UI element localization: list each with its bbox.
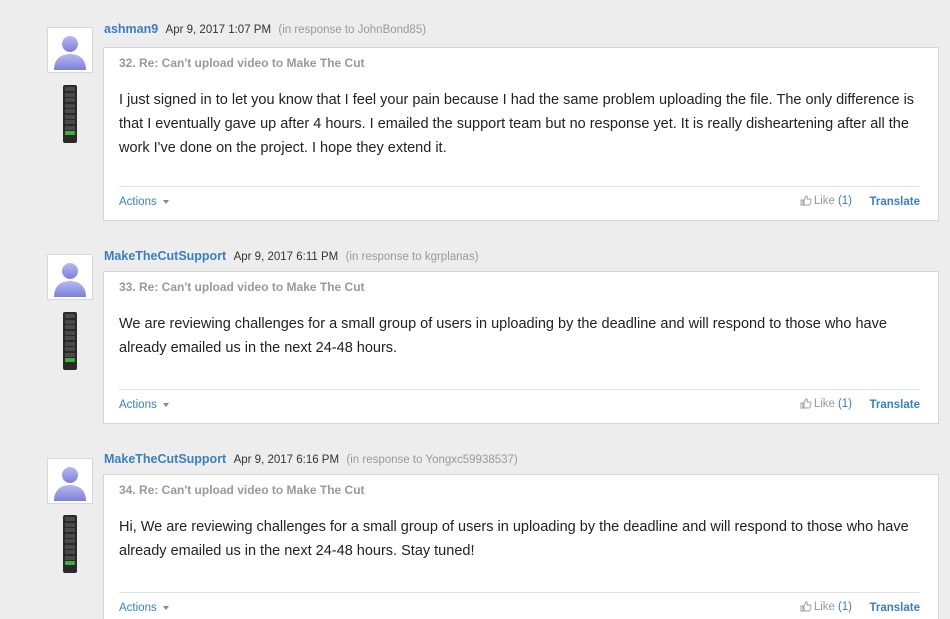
post-card: 33. Re: Can't upload video to Make The C… [103, 271, 939, 424]
actions-menu-button[interactable]: Actions [119, 399, 169, 411]
user-status-level-icon [63, 312, 77, 370]
discussion-thread: ashman9 Apr 9, 2017 1:07 PM (in response… [0, 0, 950, 619]
author-link[interactable]: MakeTheCutSupport [104, 452, 226, 466]
post-body: We are reviewing challenges for a small … [119, 316, 887, 356]
post-title: 32. Re: Can't upload video to Make The C… [119, 56, 365, 70]
actions-label: Actions [119, 399, 157, 411]
like-count[interactable]: (1) [838, 195, 852, 207]
user-status-level-icon [63, 85, 77, 143]
avatar-icon[interactable] [47, 254, 93, 300]
post-footer: Actions Like (1) Translate [119, 389, 920, 422]
translate-link[interactable]: Translate [870, 602, 921, 614]
post-title: 33. Re: Can't upload video to Make The C… [119, 280, 365, 294]
thumbs-up-icon [800, 195, 812, 206]
like-label: Like [813, 398, 835, 410]
author-link[interactable]: MakeTheCutSupport [104, 249, 226, 263]
like-label: Like [813, 601, 835, 613]
post-meta: MakeTheCutSupport Apr 9, 2017 6:11 PM (i… [104, 248, 479, 265]
post-card: 34. Re: Can't upload video to Make The C… [103, 474, 939, 619]
like-button[interactable]: Like (1) [800, 601, 852, 613]
translate-link[interactable]: Translate [870, 399, 921, 411]
like-label: Like [813, 195, 835, 207]
post-meta: ashman9 Apr 9, 2017 1:07 PM (in response… [104, 21, 426, 38]
actions-menu-button[interactable]: Actions [119, 602, 169, 614]
post-footer: Actions Like (1) Translate [119, 592, 920, 619]
avatar-icon[interactable] [47, 27, 93, 73]
in-response-to: (in response to Yongxc59938537) [346, 454, 518, 466]
thumbs-up-icon [800, 398, 812, 409]
in-response-to: (in response to JohnBond85) [278, 24, 427, 36]
post-title: 34. Re: Can't upload video to Make The C… [119, 483, 365, 497]
thumbs-up-icon [800, 601, 812, 612]
post-body: I just signed in to let you know that I … [119, 92, 915, 156]
caret-down-icon [162, 605, 169, 610]
post-date: Apr 9, 2017 6:11 PM [233, 251, 339, 263]
post-footer: Actions Like (1) Translate [119, 186, 920, 219]
actions-label: Actions [119, 196, 157, 208]
post-date: Apr 9, 2017 6:16 PM [233, 454, 340, 466]
post-body: Hi, We are reviewing challenges for a sm… [119, 519, 909, 559]
actions-menu-button[interactable]: Actions [119, 196, 169, 208]
post-date: Apr 9, 2017 1:07 PM [165, 24, 272, 36]
caret-down-icon [162, 199, 169, 204]
like-count[interactable]: (1) [838, 398, 852, 410]
in-response-to: (in response to kgrplanas) [345, 251, 479, 263]
like-button[interactable]: Like (1) [800, 398, 852, 410]
like-count[interactable]: (1) [838, 601, 852, 613]
post-meta: MakeTheCutSupport Apr 9, 2017 6:16 PM (i… [104, 451, 518, 468]
avatar-icon[interactable] [47, 458, 93, 504]
caret-down-icon [162, 402, 169, 407]
like-button[interactable]: Like (1) [800, 195, 852, 207]
actions-label: Actions [119, 602, 157, 614]
translate-link[interactable]: Translate [870, 196, 921, 208]
post-card: 32. Re: Can't upload video to Make The C… [103, 47, 939, 221]
author-link[interactable]: ashman9 [104, 22, 158, 36]
user-status-level-icon [63, 515, 77, 573]
